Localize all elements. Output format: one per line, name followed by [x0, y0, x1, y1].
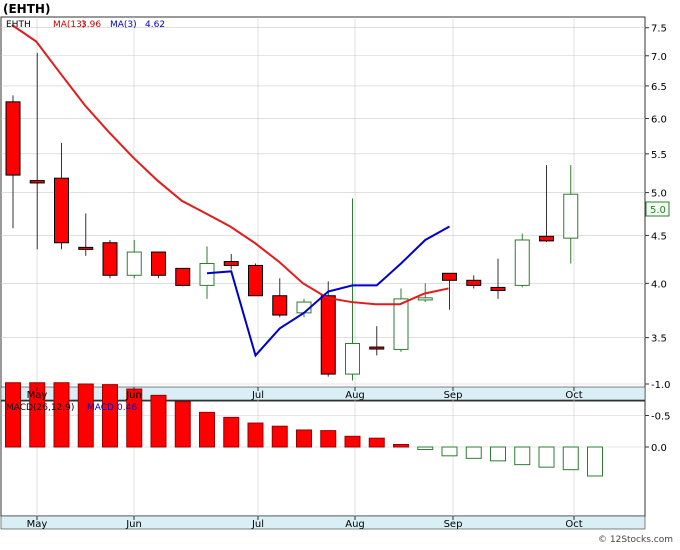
legend-ma13-value: 3.96 [81, 20, 101, 30]
macd-bar-negative [296, 429, 312, 448]
chart-canvas: 3.54.04.55.05.56.06.57.07.5 0.0-0.5-1.0 … [0, 0, 680, 546]
candle-body-down [29, 180, 45, 184]
last-price-badge-text: 5.0 [650, 205, 666, 216]
candle-body-down [5, 101, 21, 176]
x-tick-label: May [27, 390, 48, 401]
macd-bar-positive [587, 446, 603, 477]
candle-body-down [175, 267, 191, 286]
x-tick-label: Oct [565, 519, 582, 530]
x-tick-label: Sep [444, 519, 463, 530]
macd-bar-positive [417, 446, 434, 451]
macd-legend-value: MACD:0.46 [87, 403, 137, 413]
candle-body-up [126, 251, 142, 276]
candle-body-up [563, 193, 579, 239]
price-tick-label: 4.5 [651, 231, 667, 242]
macd-tick-label: -0.5 [651, 412, 671, 423]
x-tick-label: Jun [125, 519, 142, 530]
candle-body-down [466, 279, 482, 286]
x-tick-label: Oct [565, 390, 582, 401]
macd-bar-negative [199, 411, 215, 448]
price-tick-label: 5.5 [651, 150, 667, 161]
candle-body-down [78, 246, 94, 250]
macd-bar-negative [150, 394, 167, 448]
macd-bar-negative [344, 435, 361, 448]
candle-body-up [417, 297, 433, 301]
macd-bar-negative [320, 430, 337, 448]
macd-bar-positive [490, 446, 506, 462]
x-tick-label: May [27, 519, 48, 530]
x-tick-label: Jul [251, 519, 264, 530]
footer-credit: © 12Stocks.com [598, 535, 673, 545]
legend-ma3-label: MA(3) [110, 20, 137, 30]
price-tick-label: 6.5 [651, 82, 667, 93]
macd-date-axis-band [0, 515, 646, 530]
candle-body-down [223, 261, 239, 266]
macd-bar-positive [441, 446, 458, 457]
price-tick-label: 6.0 [651, 114, 667, 125]
macd-bar-negative [5, 382, 21, 448]
candle-body-down [442, 272, 457, 281]
macd-tick-label: 0.0 [651, 443, 667, 454]
macd-bar-negative [368, 437, 385, 448]
price-tick-label: 7.0 [651, 52, 667, 63]
macd-legend-label: MACD(26,12,9) [6, 403, 74, 413]
x-tick-label: Aug [345, 390, 365, 401]
candle-body-up [199, 263, 215, 286]
candle-body-down [490, 286, 506, 292]
macd-bar-negative [77, 383, 94, 448]
x-tick-label: Sep [444, 390, 463, 401]
x-tick-label: Aug [345, 519, 365, 530]
macd-bar-negative [223, 416, 240, 448]
price-tick-label: 7.5 [651, 24, 667, 35]
candle-body-down [369, 346, 385, 350]
candle-body-up [393, 298, 409, 350]
macd-bar-negative [174, 401, 191, 448]
price-date-axis-band [0, 386, 646, 401]
macd-bar-positive [538, 446, 555, 468]
x-tick-label: Jul [251, 390, 264, 401]
candle-body-down [102, 242, 118, 276]
candle-body-down [248, 264, 263, 297]
macd-bar-positive [465, 446, 482, 459]
candle-body-down [54, 177, 69, 244]
candle-body-up [514, 239, 530, 286]
macd-bar-negative [53, 382, 70, 448]
macd-bar-negative [271, 425, 288, 448]
candle-body-down [539, 235, 554, 242]
macd-bar-positive [562, 446, 579, 471]
chart-title: (EHTH) [3, 2, 50, 16]
macd-bar-negative [247, 422, 264, 448]
candle-body-down [151, 251, 166, 276]
macd-bar-negative [393, 443, 409, 448]
legend-symbol: EHTH [6, 20, 31, 30]
price-tick-label: 3.5 [651, 334, 667, 345]
macd-bar-positive [514, 446, 531, 466]
candle-body-down [272, 295, 288, 316]
macd-tick-label: -1.0 [651, 380, 671, 391]
stock-chart: 3.5 4.0 4.5 5.0 5.5 6.0 6.5 7.0 7.5 0.0 -0.5 -1.0 … [0, 0, 680, 546]
macd-bar-negative [102, 384, 118, 448]
candle-body-up [345, 342, 360, 375]
legend-ma3-value: 4.62 [145, 20, 165, 30]
candle-body-down [320, 295, 336, 375]
price-tick-label: 5.0 [651, 189, 667, 200]
x-tick-label: Jun [125, 390, 142, 401]
price-tick-label: 4.0 [651, 279, 667, 290]
